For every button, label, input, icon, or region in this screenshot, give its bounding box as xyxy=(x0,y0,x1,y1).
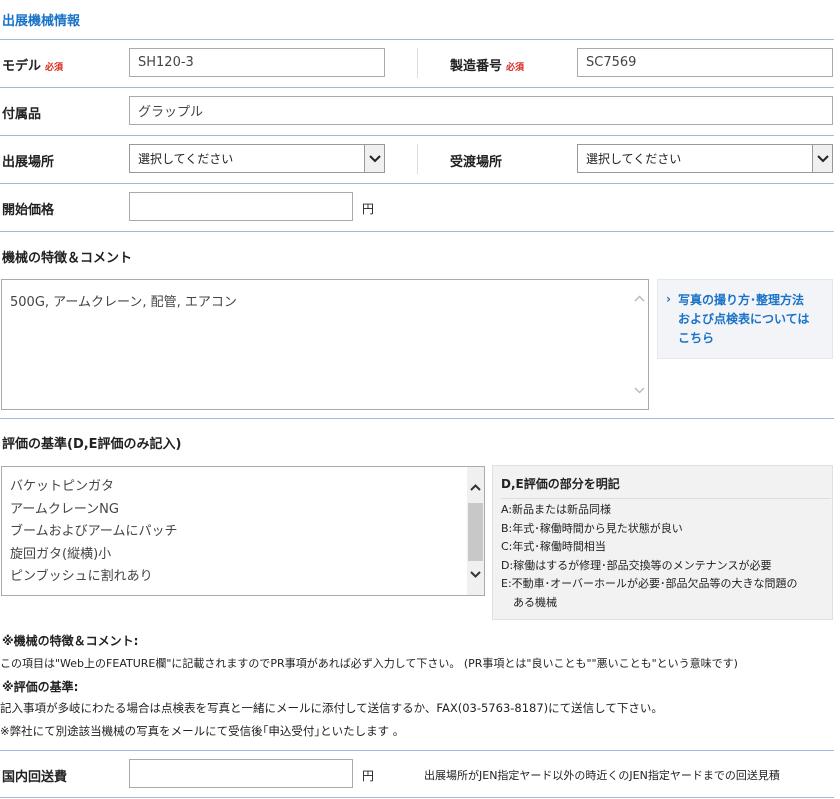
exhibit-place-select[interactable]: 選択してください xyxy=(129,144,385,173)
note-photo: ※弊社にて別途該当機械の写真をメールにて受信後｢申込受付｣といたします 。 xyxy=(0,724,405,738)
start-price-input[interactable] xyxy=(129,192,353,221)
list-item[interactable]: 旋回ガタ(縦横)小 xyxy=(10,544,177,567)
exhibit-place-label: 出展場所 xyxy=(2,155,55,170)
divider xyxy=(0,87,834,88)
list-item[interactable]: ブームおよびアームにパッチ xyxy=(10,521,177,544)
help-link-line[interactable]: および点検表については xyxy=(678,310,830,329)
divider xyxy=(0,418,834,419)
grade-legend-list: A:新品または新品同様 B:年式･稼働時間から見た状態が良い C:年式･稼働時間… xyxy=(501,501,798,612)
accessory-input[interactable]: グラップル xyxy=(129,96,833,125)
grade-item: C:年式･稼働時間相当 xyxy=(501,540,606,553)
divider xyxy=(0,39,834,40)
divider xyxy=(501,498,831,499)
divider xyxy=(0,135,834,136)
note-heading-features: ※機械の特徴＆コメント: xyxy=(2,634,139,648)
grade-item: E:不動車･オーバーホールが必要･部品欠品等の大きな問題の xyxy=(501,577,798,590)
grade-item: A:新品または新品同様 xyxy=(501,503,612,516)
scroll-up-icon[interactable] xyxy=(470,484,481,491)
list-item[interactable]: ピンブッシュに割れあり xyxy=(10,566,177,589)
serial-label-text: 製造番号 xyxy=(450,59,503,74)
chevron-down-icon xyxy=(364,145,384,172)
currency-unit: 円 xyxy=(362,769,375,783)
textarea-scrollbar[interactable] xyxy=(631,280,648,409)
help-link[interactable]: 写真の撮り方･整理方法 および点検表については こちら xyxy=(678,291,830,348)
model-label: モデル 必須 xyxy=(2,55,63,74)
delivery-place-label: 受渡場所 xyxy=(450,155,503,170)
grade-item: ある機械 xyxy=(513,595,557,609)
shipping-input[interactable] xyxy=(129,759,353,788)
model-input[interactable]: SH120-3 xyxy=(129,48,385,77)
divider xyxy=(0,183,834,184)
shipping-label: 国内回送費 xyxy=(2,770,68,785)
criteria-list[interactable]: バケットピンガタ アームクレーンNG ブームおよびアームにパッチ 旋回ガタ(縦横… xyxy=(1,466,485,596)
note-heading-criteria: ※評価の基準: xyxy=(2,680,79,694)
divider xyxy=(0,231,834,232)
help-box: › 写真の撮り方･整理方法 および点検表については こちら xyxy=(657,279,833,359)
features-label: 機械の特徴＆コメント xyxy=(2,251,133,266)
delivery-place-select[interactable]: 選択してください xyxy=(577,144,833,173)
divider xyxy=(0,750,834,751)
serial-label: 製造番号 必須 xyxy=(450,55,524,74)
model-label-text: モデル xyxy=(2,59,42,74)
currency-unit: 円 xyxy=(362,202,375,216)
grade-legend-box: D,E評価の部分を明記 A:新品または新品同様 B:年式･稼働時間から見た状態が… xyxy=(492,465,833,620)
list-item[interactable]: アームクレーンNG xyxy=(10,499,177,522)
features-text: 500G, アームクレーン, 配管, エアコン xyxy=(10,295,237,310)
chevron-right-icon: › xyxy=(666,292,671,306)
list-item[interactable]: バケットピンガタ xyxy=(10,476,177,499)
chevron-down-icon xyxy=(812,145,832,172)
divider xyxy=(0,797,834,798)
exhibit-place-selected: 選択してください xyxy=(138,152,234,166)
shipping-note: 出展場所がJEN指定ヤード以外の時近くのJEN指定ヤードまでの回送見積 xyxy=(424,769,780,782)
scrollbar-thumb[interactable] xyxy=(468,503,483,561)
note-features: この項目は"Web上のFEATURE欄"に記載されますのでPR事項があれば必ず入… xyxy=(0,657,738,670)
criteria-label: 評価の基準(D,E評価のみ記入) xyxy=(2,437,182,452)
serial-input[interactable]: SC7569 xyxy=(577,48,833,77)
help-link-line[interactable]: 写真の撮り方･整理方法 xyxy=(678,291,830,310)
required-badge: 必須 xyxy=(45,63,64,73)
scroll-up-icon[interactable] xyxy=(634,295,645,302)
criteria-items: バケットピンガタ アームクレーンNG ブームおよびアームにパッチ 旋回ガタ(縦横… xyxy=(10,476,177,589)
start-price-label: 開始価格 xyxy=(2,203,55,218)
features-textarea[interactable]: 500G, アームクレーン, 配管, エアコン xyxy=(1,279,649,410)
column-divider xyxy=(417,144,418,174)
delivery-place-selected: 選択してください xyxy=(586,152,682,166)
grade-legend-title: D,E評価の部分を明記 xyxy=(501,477,620,491)
note-criteria: 記入事項が多岐にわたる場合は点検表を写真と一緒にメールに添付して送信するか、FA… xyxy=(0,701,663,715)
grade-item: B:年式･稼働時間から見た状態が良い xyxy=(501,521,683,535)
grade-item: D:稼働はするが修理･部品交換等のメンテナンスが必要 xyxy=(501,558,772,572)
help-link-line[interactable]: こちら xyxy=(678,329,830,348)
required-badge: 必須 xyxy=(506,63,525,73)
scroll-down-icon[interactable] xyxy=(470,571,481,578)
column-divider xyxy=(417,48,418,78)
section-title: 出展機械情報 xyxy=(2,14,81,29)
accessory-label: 付属品 xyxy=(2,107,42,122)
list-scrollbar[interactable] xyxy=(467,467,484,595)
scroll-down-icon[interactable] xyxy=(634,387,645,394)
